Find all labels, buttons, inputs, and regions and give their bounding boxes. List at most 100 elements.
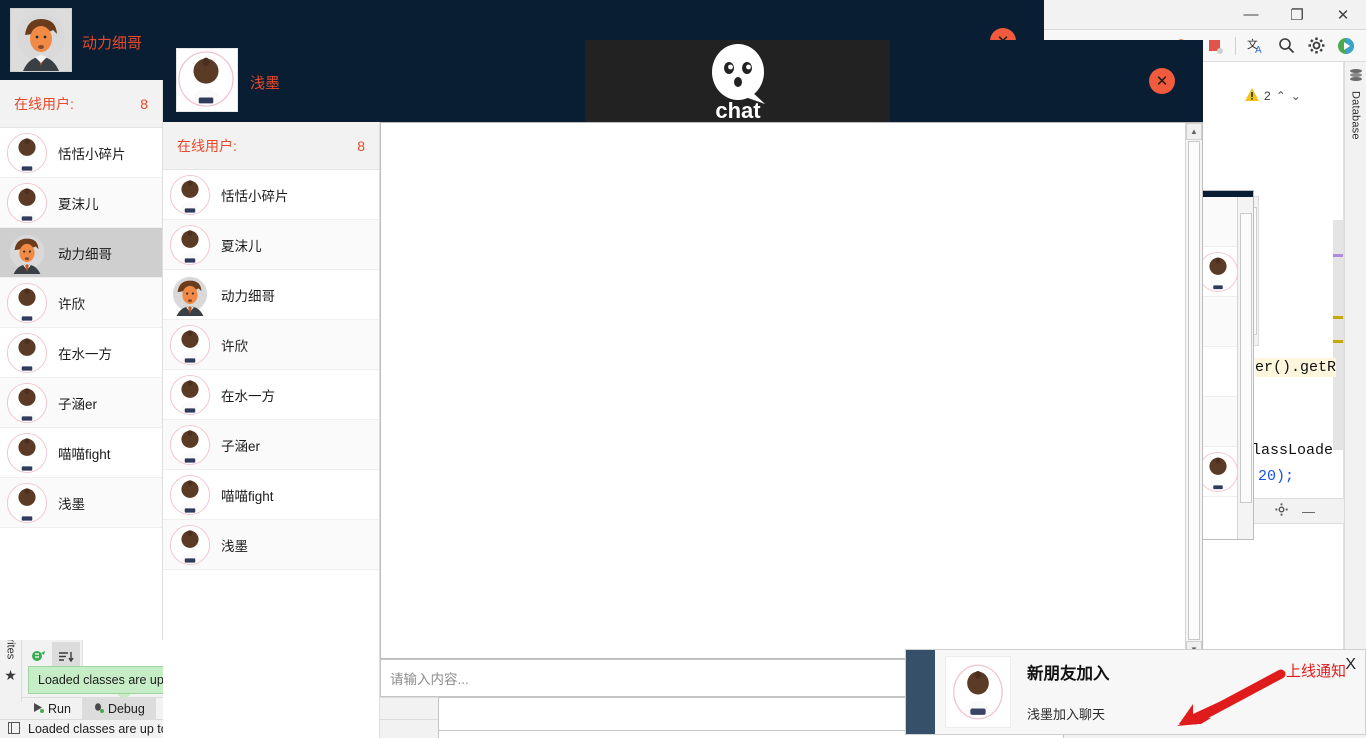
user-list-item-name: 在水一方 (221, 388, 275, 404)
user-list-item[interactable]: 动力细哥 (163, 270, 379, 320)
chat-window-3-scrollbar[interactable] (1237, 197, 1253, 539)
avatar (169, 474, 211, 515)
avatar (6, 382, 48, 423)
user-list-item[interactable]: 恬恬小碎片 (163, 170, 379, 220)
notification-toast[interactable]: 新朋友加入 浅墨加入聊天 上线通知 X (905, 649, 1366, 735)
avatar (176, 48, 238, 112)
warning-count: 2 (1264, 89, 1271, 103)
online-users-label: 在线用户: (14, 95, 74, 112)
avatar (6, 282, 48, 323)
user-list-item-name: 子涵er (221, 438, 261, 454)
online-users-header: 在线用户: 8 (163, 122, 379, 170)
chat-logo-text: chat (715, 98, 761, 122)
user-list-item[interactable]: 恬恬小碎片 (0, 128, 162, 178)
user-list-item[interactable]: 夏沫儿 (0, 178, 162, 228)
chat-window-2[interactable]: chat 浅墨 ✕ 在线用户: 8 恬恬小碎片夏沫儿动力细哥许欣在水一方子涵er… (163, 40, 1203, 738)
ide-titlebar: — ❐ ✕ (1040, 0, 1366, 30)
user-list-item[interactable]: 许欣 (0, 278, 162, 328)
database-icon[interactable] (1349, 68, 1363, 85)
run-icon[interactable] (1336, 36, 1356, 56)
user-list-item-name: 许欣 (58, 296, 85, 312)
online-users-header: 在线用户: 8 (0, 80, 162, 128)
user-list-item-name: 夏沫儿 (58, 196, 99, 212)
scroll-up-icon[interactable]: ▲ (1186, 123, 1202, 140)
message-scrollbar[interactable]: ▲ ▼ (1185, 123, 1202, 658)
online-users-count: 8 (140, 95, 148, 112)
user-list-item[interactable]: 夏沫儿 (163, 220, 379, 270)
user-list-item[interactable]: 浅墨 (163, 520, 379, 570)
run-icon (33, 702, 44, 716)
avatar (172, 276, 208, 316)
avatar (945, 656, 1011, 728)
svg-text:A: A (1255, 45, 1262, 55)
warning-triangle-icon (1245, 88, 1259, 104)
maximize-icon[interactable]: ❐ (1274, 0, 1320, 30)
gear-icon[interactable] (1275, 503, 1288, 519)
user-list-item[interactable]: 喵喵fight (163, 470, 379, 520)
next-problem-icon[interactable]: ⌄ (1291, 89, 1301, 103)
prev-problem-icon[interactable]: ⌃ (1276, 89, 1286, 103)
editor-mini-toolbar: — (1246, 498, 1344, 524)
user-list-item-name: 浅墨 (221, 538, 248, 554)
editor-marker-column (1333, 220, 1343, 450)
online-users-list: 恬恬小碎片夏沫儿动力细哥许欣在水一方子涵er 喵喵fight 浅墨 (0, 128, 162, 528)
user-list-item-name: 恬恬小碎片 (221, 188, 289, 204)
user-list-item-name: 在水一方 (58, 346, 112, 362)
toast-accent-bar (906, 650, 935, 734)
minimize-icon[interactable]: — (1228, 0, 1274, 30)
tab-run[interactable]: Run (22, 698, 82, 720)
user-list-item[interactable]: 浅墨 (0, 478, 162, 528)
stop-icon[interactable] (1205, 36, 1225, 56)
chat-window-1-username: 动力细哥 (82, 35, 143, 52)
user-list-item[interactable]: 喵喵fight (0, 428, 162, 478)
marker-yellow-1 (1333, 316, 1343, 319)
online-users-list: 恬恬小碎片夏沫儿动力细哥许欣在水一方子涵er 喵喵fight 浅墨 (163, 170, 379, 570)
close-icon[interactable]: ✕ (1320, 0, 1366, 30)
toast-body: 新朋友加入 浅墨加入聊天 上线通知 X (1011, 650, 1365, 734)
debug-icon (93, 702, 104, 716)
inspection-widget[interactable]: 2 ⌃ ⌄ (1245, 84, 1345, 108)
marker-yellow-2 (1333, 340, 1343, 343)
annotation-arrow-icon (1177, 669, 1286, 726)
user-list-item[interactable]: 动力细哥 (0, 228, 162, 278)
scrollbar-thumb[interactable] (1188, 141, 1200, 640)
user-list-item[interactable]: 在水一方 (0, 328, 162, 378)
marker-purple (1333, 254, 1343, 257)
search-icon[interactable] (1276, 36, 1296, 56)
avatar (6, 332, 48, 373)
user-list-item[interactable]: 在水一方 (163, 370, 379, 420)
user-list-item[interactable]: 子涵er (163, 420, 379, 470)
console-icon (8, 721, 20, 737)
toast-close-button[interactable]: X (1345, 656, 1356, 674)
database-toolwindow-label[interactable]: Database (1350, 91, 1362, 140)
user-list-item-name: 喵喵fight (221, 488, 274, 504)
scrollbar-thumb[interactable] (1240, 213, 1252, 503)
avatar (1197, 451, 1239, 492)
settings-icon[interactable] (1306, 36, 1326, 56)
star-icon[interactable]: ★ (4, 667, 17, 684)
toolbar-divider (1235, 36, 1236, 55)
avatar (6, 182, 48, 223)
user-list-item-name: 动力细哥 (221, 288, 275, 304)
avatar (169, 324, 211, 365)
user-list-item-name: 喵喵fight (58, 446, 111, 462)
avatar (169, 224, 211, 265)
online-users-label: 在线用户: (177, 137, 237, 154)
avatar (9, 234, 45, 274)
close-icon: ✕ (1149, 68, 1175, 94)
user-list-item-name: 浅墨 (58, 496, 85, 512)
chat-window-2-header: chat 浅墨 ✕ (163, 40, 1203, 122)
close-button[interactable]: ✕ (1149, 68, 1175, 94)
code-line-1: er().getR (1255, 358, 1337, 377)
user-list-item-name: 夏沫儿 (221, 238, 262, 254)
user-list-item-name: 动力细哥 (58, 246, 112, 262)
minimize-panel-icon[interactable]: — (1302, 504, 1315, 519)
user-list-item[interactable]: 许欣 (163, 320, 379, 370)
avatar (6, 482, 48, 523)
translate-icon[interactable]: 文A (1246, 36, 1266, 56)
tab-debug-label: Debug (107, 701, 145, 716)
user-list-item-name: 子涵er (58, 396, 98, 412)
message-list[interactable] (381, 123, 1185, 658)
user-list-item[interactable]: 子涵er (0, 378, 162, 428)
tab-debug[interactable]: Debug (81, 697, 156, 720)
